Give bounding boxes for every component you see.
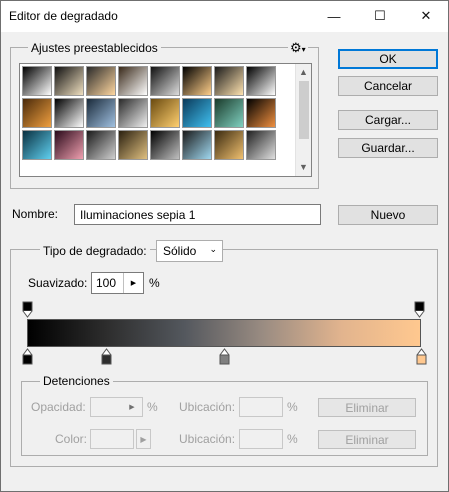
- color-stop-marker[interactable]: [219, 348, 230, 368]
- minimize-icon: —: [327, 8, 341, 24]
- preset-swatch[interactable]: [86, 66, 116, 96]
- color-stop-marker[interactable]: [22, 348, 33, 368]
- stops-group-label: Detenciones: [40, 374, 113, 388]
- delete-color-stop-button[interactable]: Eliminar: [318, 430, 416, 449]
- preset-swatch[interactable]: [150, 66, 180, 96]
- preset-swatch[interactable]: [118, 66, 148, 96]
- close-button[interactable]: ✕: [403, 1, 449, 31]
- location-label-2: Ubicación:: [179, 432, 236, 446]
- color-picker-arrow-icon[interactable]: ▶: [136, 429, 151, 449]
- preset-swatch[interactable]: [118, 130, 148, 160]
- delete-opacity-stop-button[interactable]: Eliminar: [318, 398, 416, 417]
- chevron-down-icon: ▾: [301, 45, 306, 54]
- gradient-type-label: Tipo de degradado:: [40, 244, 150, 258]
- swatch-grid: [21, 65, 294, 176]
- presets-scrollbar[interactable]: ▲ ▼: [295, 64, 311, 176]
- preset-swatch[interactable]: [214, 130, 244, 160]
- preset-swatch[interactable]: [246, 130, 276, 160]
- maximize-button[interactable]: ☐: [357, 1, 403, 31]
- opacity-arrow-icon[interactable]: ▶: [122, 398, 142, 416]
- maximize-icon: ☐: [374, 8, 386, 23]
- opacity-label: Opacidad:: [31, 400, 86, 414]
- preset-swatch[interactable]: [150, 130, 180, 160]
- gradient-type-select[interactable]: Sólido ⌄: [156, 240, 223, 262]
- smoothness-slider-arrow-icon[interactable]: ▶: [123, 273, 143, 293]
- new-button[interactable]: Nuevo: [338, 205, 438, 225]
- preset-swatch[interactable]: [22, 130, 52, 160]
- save-button[interactable]: Guardar...: [338, 138, 438, 158]
- name-input[interactable]: Iluminaciones sepia 1: [74, 204, 321, 225]
- ok-button[interactable]: OK: [338, 49, 438, 69]
- color-label: Color:: [55, 432, 88, 446]
- color-stops-track[interactable]: [22, 347, 427, 368]
- minimize-button[interactable]: —: [311, 1, 357, 31]
- smoothness-label: Suavizado:: [28, 276, 88, 290]
- preset-swatch[interactable]: [22, 66, 52, 96]
- smoothness-input[interactable]: 100 ▶: [91, 272, 144, 294]
- opacity-unit: %: [147, 400, 158, 414]
- location-label-1: Ubicación:: [179, 400, 236, 414]
- color-stop-marker[interactable]: [416, 348, 427, 368]
- preset-swatch[interactable]: [54, 98, 84, 128]
- load-button[interactable]: Cargar...: [338, 110, 438, 130]
- location-input-2[interactable]: [239, 429, 283, 449]
- smoothness-unit: %: [149, 276, 160, 290]
- preset-swatch[interactable]: [182, 66, 212, 96]
- presets-list[interactable]: ▲ ▼: [19, 63, 312, 177]
- preset-swatch[interactable]: [86, 98, 116, 128]
- preset-swatch[interactable]: [246, 66, 276, 96]
- opacity-stop-right[interactable]: [414, 301, 425, 318]
- gradient-preview-bar[interactable]: [27, 319, 421, 347]
- scroll-down-icon[interactable]: ▼: [299, 162, 308, 172]
- preset-swatch[interactable]: [150, 98, 180, 128]
- close-icon: ✕: [420, 8, 432, 23]
- scroll-thumb[interactable]: [299, 81, 309, 139]
- preset-swatch[interactable]: [182, 130, 212, 160]
- preset-swatch[interactable]: [246, 98, 276, 128]
- cancel-button[interactable]: Cancelar: [338, 76, 438, 96]
- location-input-1[interactable]: [239, 397, 283, 417]
- opacity-stop-left[interactable]: [22, 301, 33, 318]
- scroll-up-icon[interactable]: ▲: [299, 67, 308, 77]
- preset-swatch[interactable]: [214, 98, 244, 128]
- location-unit-2: %: [287, 432, 298, 446]
- smoothness-value: 100: [96, 276, 117, 290]
- color-swatch-field[interactable]: [90, 429, 134, 449]
- location-unit-1: %: [287, 400, 298, 414]
- chevron-down-icon: ⌄: [209, 244, 217, 254]
- color-stop-marker[interactable]: [101, 348, 112, 368]
- presets-label: Ajustes preestablecidos: [28, 41, 161, 55]
- window-title: Editor de degradado: [9, 9, 118, 23]
- presets-menu-button[interactable]: ⚙▾: [288, 40, 308, 56]
- preset-swatch[interactable]: [214, 66, 244, 96]
- preset-swatch[interactable]: [86, 130, 116, 160]
- name-label: Nombre:: [12, 207, 59, 221]
- opacity-input[interactable]: ▶: [90, 397, 143, 417]
- preset-swatch[interactable]: [182, 98, 212, 128]
- gradient-type-value: Sólido: [163, 244, 197, 258]
- preset-swatch[interactable]: [54, 130, 84, 160]
- preset-swatch[interactable]: [118, 98, 148, 128]
- gear-icon: ⚙: [290, 40, 302, 55]
- preset-swatch[interactable]: [54, 66, 84, 96]
- preset-swatch[interactable]: [22, 98, 52, 128]
